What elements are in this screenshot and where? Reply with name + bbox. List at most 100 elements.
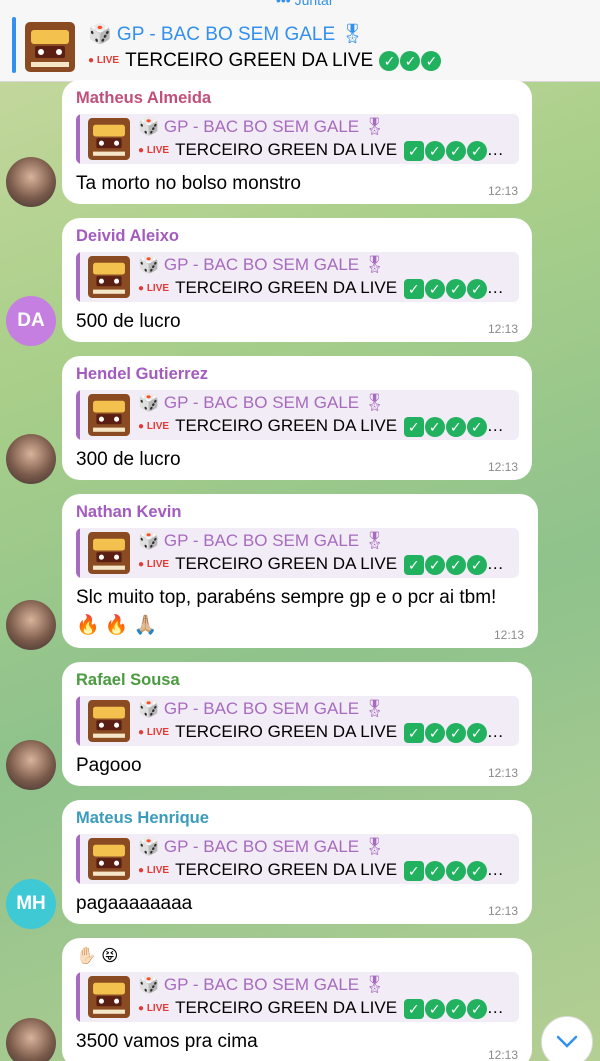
message-text: Slc muito top, parabéns sempre gp e o pc… [76,587,497,636]
check-icon: ✓ [445,998,466,1019]
reply-preview[interactable]: 🎲 GP - BAC BO SEM GALE 🎖 ● LIVE TERCEIRO G… [76,972,519,1022]
message-bubble[interactable]: Nathan Kevin 🎲 GP - BAC BO SEM GALE 🎖 ● LI… [62,494,538,648]
chevron-down-icon [556,1035,578,1048]
check-icon: ✓ [445,278,466,299]
message-text: 300 de lucro [76,449,181,470]
check-icon: ✓ [466,998,487,1019]
sender-name[interactable]: Hendel Gutierrez [76,364,518,384]
reply-title: 🎲 GP - BAC BO SEM GALE 🎖 [138,531,386,550]
check-icon: ✓ [424,998,445,1019]
check-box-icon: ✓ [403,998,424,1019]
reply-text-row: ● LIVE TERCEIRO GREEN DA LIVE ✓ ✓ ✓ ✓… [138,416,504,437]
reply-text-row: ● LIVE TERCEIRO GREEN DA LIVE ✓ ✓ ✓ ✓… [138,860,504,881]
live-badge: ● LIVE [138,283,170,295]
check-icon: ✓ [424,140,445,161]
live-badge: ● LIVE [138,727,170,739]
message-text: Ta morto no bolso monstro [76,173,301,194]
reply-title: 🎲 GP - BAC BO SEM GALE 🎖 [138,117,386,136]
message-time: 12:13 [493,628,524,642]
avatar[interactable] [6,600,56,650]
check-icon: ✓ [424,416,445,437]
live-badge: ● LIVE [138,421,170,433]
check-icon: ✓ [424,722,445,743]
reply-title: 🎲 GP - BAC BO SEM GALE 🎖 [138,255,386,274]
check-icon: ✓ [466,860,487,881]
pinned-thumbnail-icon [25,22,75,72]
reply-thumbnail-icon [88,976,130,1018]
message-time: 12:13 [487,904,518,918]
reply-text-row: ● LIVE TERCEIRO GREEN DA LIVE ✓ ✓ ✓ ✓… [138,278,504,299]
pinned-message-bar[interactable]: ••• Juntar 🎲 GP - BAC BO SEM GALE 🎖 ● LI… [0,0,600,82]
reply-preview[interactable]: 🎲 GP - BAC BO SEM GALE 🎖 ● LIVE TERCEIRO G… [76,696,519,746]
message-bubble[interactable]: Hendel Gutierrez 🎲 GP - BAC BO SEM GALE 🎖… [62,356,532,480]
reply-title: 🎲 GP - BAC BO SEM GALE 🎖 [138,699,386,718]
message-text: 3500 vamos pra cima [76,1031,258,1052]
join-label[interactable]: ••• Juntar [276,0,334,8]
reply-thumbnail-icon [88,532,130,574]
check-icon: ✓ [445,416,466,437]
reply-text: TERCEIRO GREEN DA LIVE [175,722,398,741]
avatar[interactable] [6,157,56,207]
check-icon: ✓ [466,416,487,437]
pinned-text: TERCEIRO GREEN DA LIVE [125,50,374,71]
live-badge: ● LIVE [138,865,170,877]
sender-name[interactable]: Mateus Henrique [76,808,518,828]
reply-preview[interactable]: 🎲 GP - BAC BO SEM GALE 🎖 ● LIVE TERCEIRO G… [76,834,519,884]
check-box-icon: ✓ [403,554,424,575]
message-bubble[interactable]: Matheus Almeida 🎲 GP - BAC BO SEM GALE 🎖 ●… [62,80,532,204]
reply-text: TERCEIRO GREEN DA LIVE [175,278,398,297]
live-badge: ● LIVE [138,1003,170,1015]
reply-thumbnail-icon [88,118,130,160]
reply-text-row: ● LIVE TERCEIRO GREEN DA LIVE ✓ ✓ ✓ ✓… [138,722,504,743]
pinned-text-row: ● LIVE TERCEIRO GREEN DA LIVE ✓ ✓ ✓ [88,50,442,72]
reply-text: TERCEIRO GREEN DA LIVE [175,860,398,879]
reply-thumbnail-icon [88,256,130,298]
sender-name[interactable]: Deivid Aleixo [76,226,518,246]
avatar[interactable]: MH [6,879,56,929]
sender-name[interactable]: Rafael Sousa [76,670,518,690]
avatar[interactable] [6,1018,56,1061]
check-icon: ✓ [445,722,466,743]
check-icon: ✓ [466,140,487,161]
check-icon: ✓ [445,860,466,881]
check-box-icon: ✓ [403,860,424,881]
message-text: 500 de lucro [76,311,181,332]
reply-title: 🎲 GP - BAC BO SEM GALE 🎖 [138,393,386,412]
check-icon: ✓ [445,554,466,575]
sender-name[interactable]: ✋🏻 😝 [76,946,518,966]
avatar[interactable] [6,740,56,790]
live-badge: ● LIVE [138,145,170,157]
message-time: 12:13 [487,322,518,336]
reply-preview[interactable]: 🎲 GP - BAC BO SEM GALE 🎖 ● LIVE TERCEIRO G… [76,390,519,440]
scroll-down-button[interactable] [541,1016,593,1061]
reply-thumbnail-icon [88,700,130,742]
avatar[interactable] [6,434,56,484]
message-time: 12:13 [487,766,518,780]
reply-thumbnail-icon [88,394,130,436]
message-time: 12:13 [487,460,518,474]
message-bubble[interactable]: Mateus Henrique 🎲 GP - BAC BO SEM GALE 🎖 ●… [62,800,532,924]
check-icon: ✓ [424,860,445,881]
pinned-accent-bar [12,17,16,73]
reply-preview[interactable]: 🎲 GP - BAC BO SEM GALE 🎖 ● LIVE TERCEIRO G… [76,528,519,578]
check-icon: ✓ [466,554,487,575]
check-box-icon: ✓ [403,722,424,743]
reply-preview[interactable]: 🎲 GP - BAC BO SEM GALE 🎖 ● LIVE TERCEIRO G… [76,252,519,302]
message-time: 12:13 [487,1048,518,1061]
check-box-icon: ✓ [403,278,424,299]
reply-text-row: ● LIVE TERCEIRO GREEN DA LIVE ✓ ✓ ✓ ✓… [138,140,504,161]
reply-thumbnail-icon [88,838,130,880]
reply-title: 🎲 GP - BAC BO SEM GALE 🎖 [138,975,386,994]
reply-preview[interactable]: 🎲 GP - BAC BO SEM GALE 🎖 ● LIVE TERCEIRO G… [76,114,519,164]
message-bubble[interactable]: ✋🏻 😝 🎲 GP - BAC BO SEM GALE 🎖 ● LIVE TERCEI… [62,938,532,1061]
reply-text: TERCEIRO GREEN DA LIVE [175,140,398,159]
check-icon: ✓ [466,722,487,743]
avatar[interactable]: DA [6,296,56,346]
message-time: 12:13 [487,184,518,198]
message-bubble[interactable]: Rafael Sousa 🎲 GP - BAC BO SEM GALE 🎖 ● LI… [62,662,532,786]
pinned-title: 🎲 GP - BAC BO SEM GALE 🎖 [88,24,365,45]
live-badge: ● LIVE [138,559,170,571]
sender-name[interactable]: Nathan Kevin [76,502,524,522]
sender-name[interactable]: Matheus Almeida [76,88,518,108]
message-bubble[interactable]: Deivid Aleixo 🎲 GP - BAC BO SEM GALE 🎖 ● L… [62,218,532,342]
